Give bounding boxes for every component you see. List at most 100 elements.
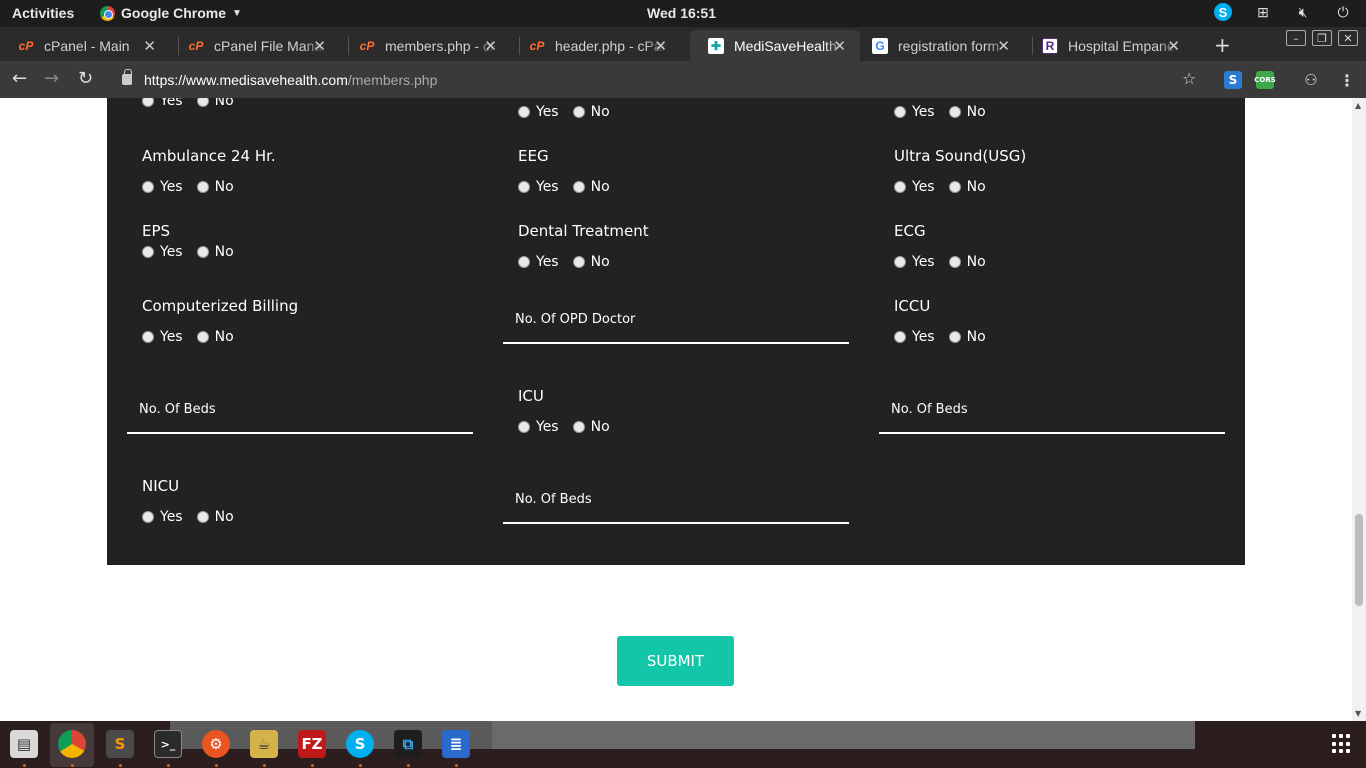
network-icon[interactable]: ⊞ (1254, 3, 1272, 21)
radio-no[interactable]: No (196, 179, 234, 195)
radio-no[interactable]: No (196, 329, 234, 345)
radio-circle[interactable] (894, 331, 906, 343)
sublime-text-icon[interactable]: S (106, 730, 134, 758)
tab-medisavehealth[interactable]: ✚ MediSaveHealth ✕ (690, 30, 860, 61)
volume-icon[interactable]: 🔇︎ (1294, 3, 1312, 21)
tab-cpanel-main[interactable]: cP cPanel - Main ✕ (0, 30, 170, 61)
radio-circle[interactable] (518, 256, 530, 268)
radio-yes[interactable]: Yes (894, 104, 935, 120)
radio-circle[interactable] (948, 106, 961, 118)
file-cabinet-icon[interactable]: ▤ (10, 730, 38, 758)
radio-circle[interactable] (948, 331, 961, 343)
radio-no[interactable]: No (572, 179, 610, 195)
radio-yes[interactable]: Yes (142, 179, 183, 195)
power-icon[interactable]: ⏻︎ (1334, 3, 1352, 21)
radio-no[interactable]: No (572, 419, 610, 435)
radio-no[interactable]: No (572, 104, 610, 120)
new-tab-button[interactable]: + (1214, 33, 1231, 57)
scroll-down-icon[interactable]: ▼ (1355, 709, 1361, 718)
skype-dock-icon[interactable]: S (346, 730, 374, 758)
filezilla-icon[interactable]: FZ (298, 730, 326, 758)
restore-icon[interactable]: ❐ (1312, 30, 1332, 46)
radio-no[interactable]: No (948, 254, 986, 270)
radio-circle[interactable] (894, 181, 906, 193)
radio-circle[interactable] (196, 331, 209, 343)
menu-kebab-icon[interactable]: ⋮ (1338, 71, 1356, 90)
close-icon[interactable]: ✕ (313, 37, 326, 55)
radio-circle[interactable] (142, 181, 154, 193)
tab-header-php[interactable]: cP header.php - cPanel ✕ (511, 30, 681, 61)
radio-no[interactable]: No (948, 104, 986, 120)
radio-yes[interactable]: Yes (518, 179, 559, 195)
tab-hospital-empanelment[interactable]: R Hospital Empanelment ✕ (1024, 30, 1194, 61)
radio-yes[interactable]: Yes (894, 254, 935, 270)
radio-yes[interactable]: Yes (518, 254, 559, 270)
scrollbar-thumb[interactable] (1355, 514, 1363, 606)
radio-yes[interactable]: Yes (142, 509, 183, 525)
teapot-icon[interactable]: ☕︎ (250, 730, 278, 758)
chrome-dock-icon[interactable] (58, 730, 86, 758)
radio-circle[interactable] (894, 106, 906, 118)
radio-no[interactable]: No (196, 244, 234, 260)
radio-no[interactable]: No (196, 98, 234, 109)
close-icon[interactable]: ✕ (997, 37, 1010, 55)
close-icon[interactable]: ✕ (833, 37, 846, 55)
radio-yes[interactable]: Yes (894, 179, 935, 195)
radio-yes[interactable]: Yes (142, 329, 183, 345)
radio-circle[interactable] (518, 181, 530, 193)
radio-circle[interactable] (142, 98, 154, 107)
app-menu[interactable]: Google Chrome ▼ (100, 5, 242, 21)
close-icon[interactable]: ✕ (654, 37, 667, 55)
radio-circle[interactable] (518, 106, 530, 118)
terminal-icon[interactable]: >_ (154, 730, 182, 758)
radio-circle[interactable] (196, 98, 209, 107)
incognito-icon[interactable]: ⚇ (1302, 71, 1320, 89)
radio-no[interactable]: No (948, 329, 986, 345)
radio-yes[interactable]: Yes (142, 244, 183, 260)
bookmark-star-icon[interactable]: ☆ (1182, 69, 1196, 88)
forward-icon[interactable]: → (44, 68, 59, 89)
radio-circle[interactable] (572, 106, 585, 118)
s-extension-icon[interactable]: S (1224, 71, 1242, 89)
radio-circle[interactable] (894, 256, 906, 268)
close-icon[interactable]: ✕ (1167, 37, 1180, 55)
text-editor-icon[interactable]: ≣ (442, 730, 470, 758)
radio-circle[interactable] (142, 331, 154, 343)
page-scrollbar[interactable]: ▲ ▼ (1352, 98, 1366, 721)
activities-button[interactable]: Activities (12, 5, 74, 21)
clock[interactable]: Wed 16:51 (647, 5, 716, 21)
cors-extension-icon[interactable]: CORS (1254, 71, 1276, 89)
submit-button[interactable]: SUBMIT (617, 636, 734, 686)
beds-input-3[interactable]: No. Of Beds (503, 478, 849, 524)
tab-registration-form[interactable]: G registration form ✕ (854, 30, 1024, 61)
radio-circle[interactable] (572, 421, 585, 433)
reload-icon[interactable]: ↻ (78, 68, 93, 89)
radio-circle[interactable] (142, 246, 154, 258)
radio-yes[interactable]: Yes (518, 419, 559, 435)
radio-circle[interactable] (948, 256, 961, 268)
radio-no[interactable]: No (572, 254, 610, 270)
radio-circle[interactable] (196, 246, 209, 258)
tab-cpanel-file-manager[interactable]: cP cPanel File Manager ✕ (170, 30, 340, 61)
opd-doctor-input[interactable]: No. Of OPD Doctor (503, 298, 849, 344)
vscode-icon[interactable]: ⧉ (394, 730, 422, 758)
radio-circle[interactable] (142, 511, 154, 523)
beds-input-1[interactable]: No. Of Beds (127, 388, 473, 434)
scroll-up-icon[interactable]: ▲ (1355, 101, 1361, 110)
close-icon[interactable]: ✕ (143, 37, 156, 55)
back-icon[interactable]: ← (12, 68, 27, 89)
postman-icon[interactable]: ⚙ (202, 730, 230, 758)
radio-no[interactable]: No (948, 179, 986, 195)
radio-no[interactable]: No (196, 509, 234, 525)
close-window-icon[interactable]: ✕ (1338, 30, 1358, 46)
show-applications-icon[interactable] (1332, 734, 1352, 754)
radio-circle[interactable] (572, 181, 585, 193)
radio-circle[interactable] (518, 421, 530, 433)
close-icon[interactable]: ✕ (484, 37, 497, 55)
radio-circle[interactable] (948, 181, 961, 193)
radio-yes[interactable]: Yes (142, 98, 183, 109)
radio-yes[interactable]: Yes (894, 329, 935, 345)
tab-members-php[interactable]: cP members.php - cPanel ✕ (341, 30, 511, 61)
radio-circle[interactable] (572, 256, 585, 268)
radio-circle[interactable] (196, 511, 209, 523)
